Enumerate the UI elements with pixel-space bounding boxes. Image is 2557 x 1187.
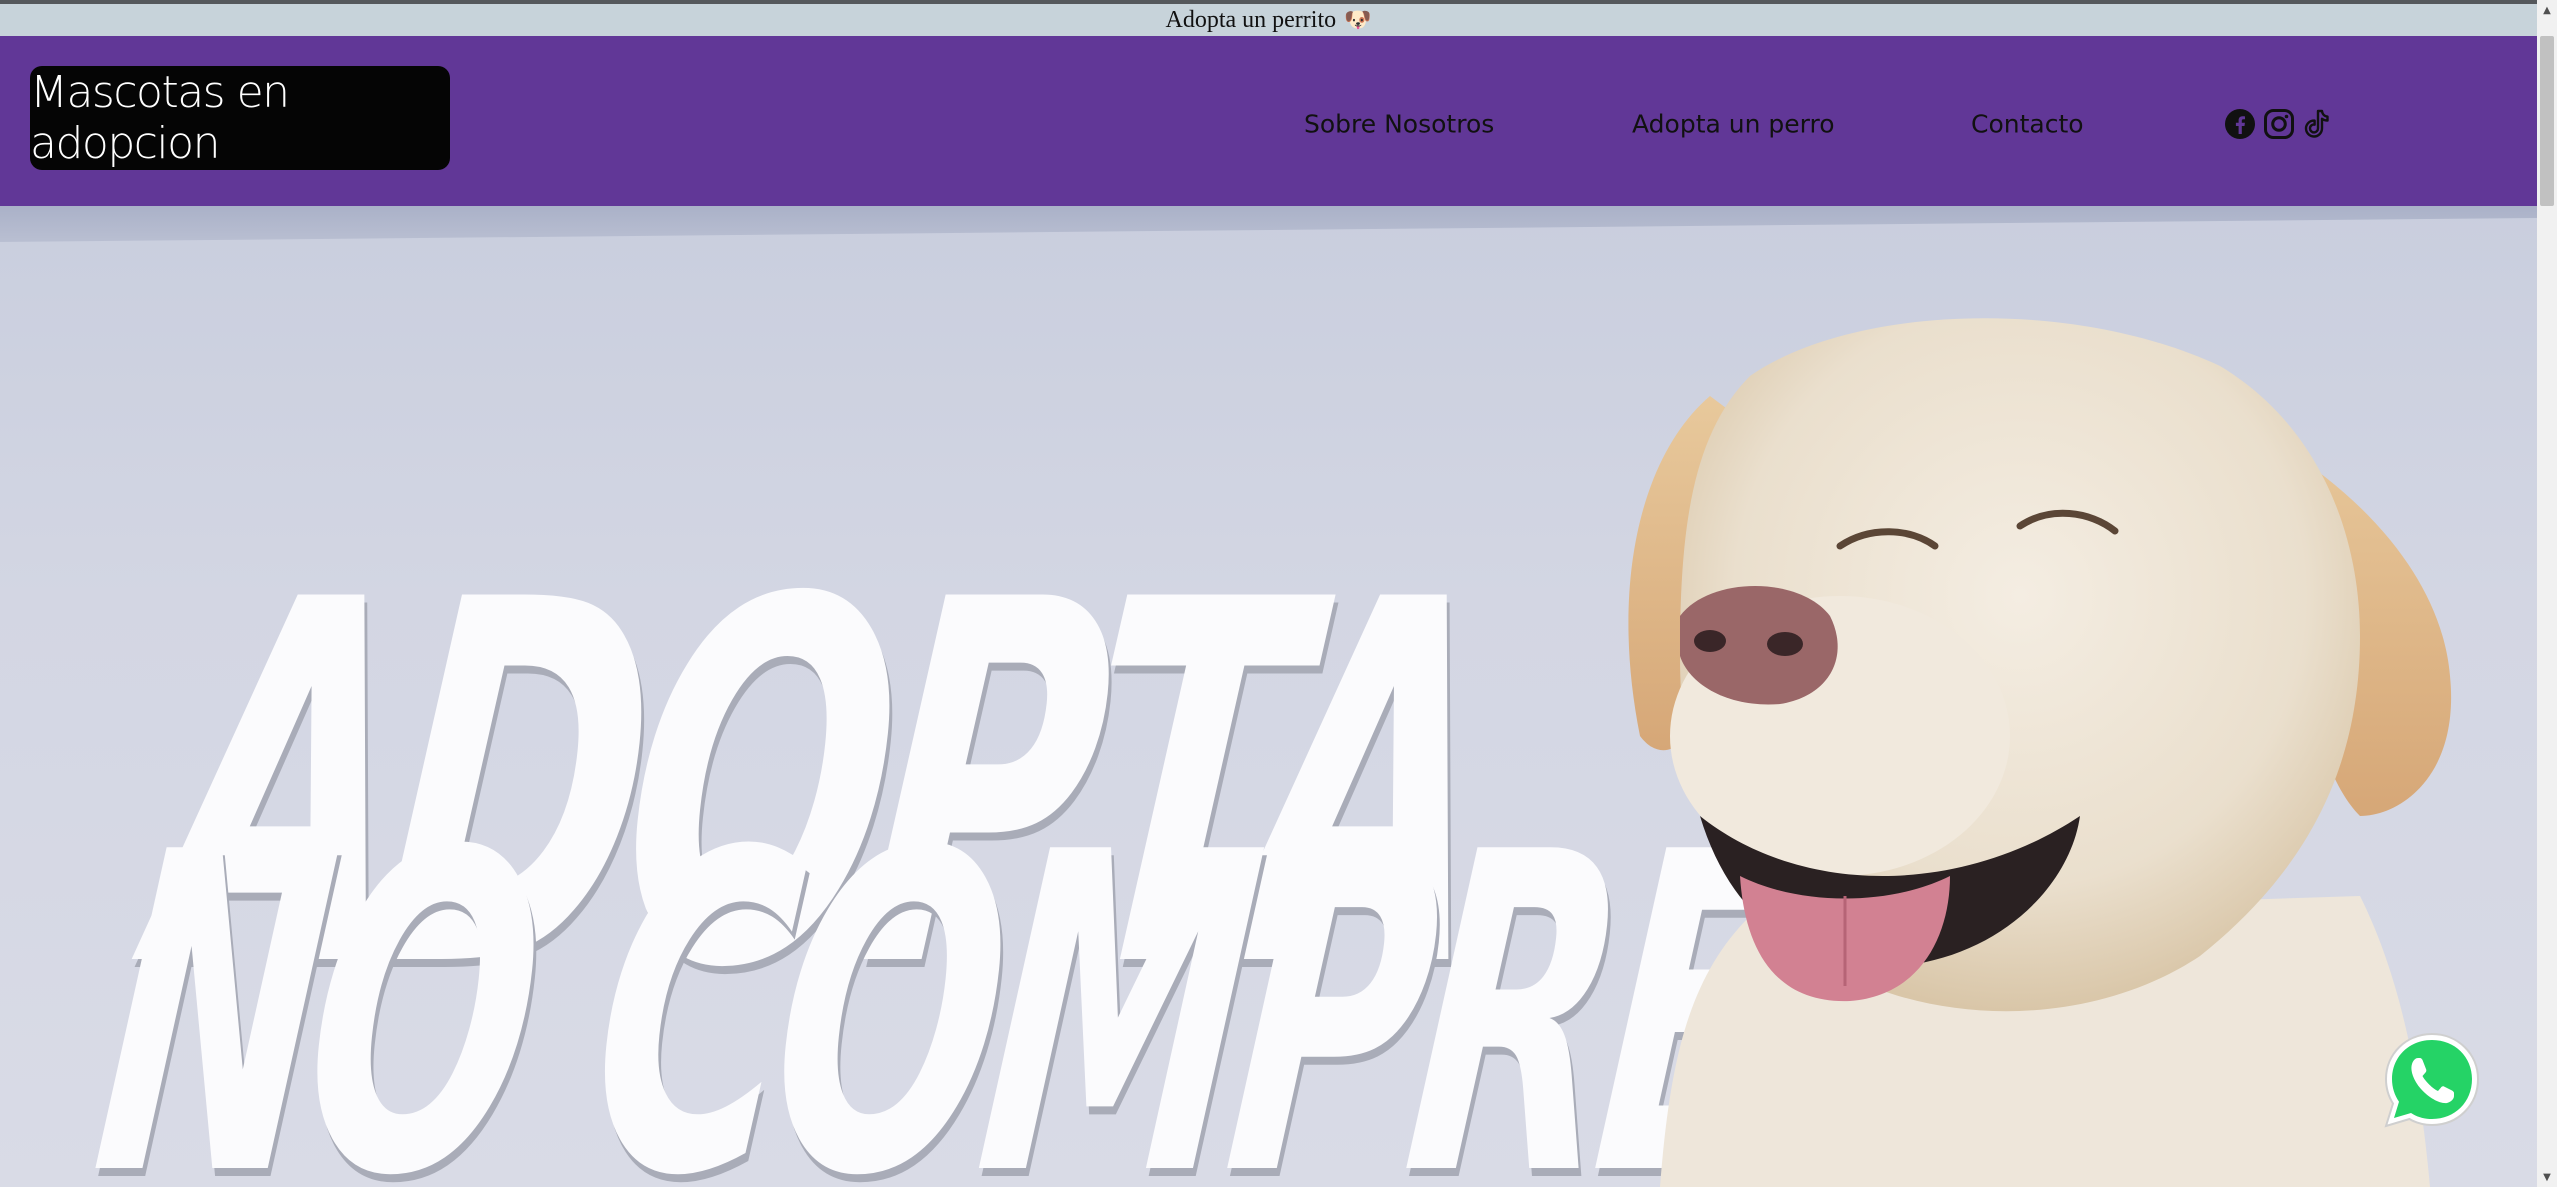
hero-banner: ADOPTA NO COMPRES [0,206,2537,1187]
page-title-bar: Adopta un perrito 🐶 [0,0,2537,36]
dog-emoji-icon: 🐶 [1344,7,1372,32]
whatsapp-icon [2384,1032,2480,1128]
instagram-icon[interactable] [2263,108,2295,140]
site-header: Mascotas en adopcion Sobre Nosotros Adop… [0,36,2537,206]
facebook-icon[interactable] [2224,108,2256,140]
tiktok-icon[interactable] [2300,108,2332,140]
nav-link-contacto[interactable]: Contacto [1971,110,2084,139]
scroll-up-icon[interactable]: ▲ [2537,0,2557,20]
scroll-thumb[interactable] [2540,36,2554,206]
dog-photo [1600,256,2480,1187]
page-title: Adopta un perrito [1165,6,1337,33]
site-logo[interactable]: Mascotas en adopcion [30,66,450,170]
whatsapp-button[interactable] [2380,1028,2484,1132]
nav-link-adopta-un-perro[interactable]: Adopta un perro [1632,110,1835,139]
scroll-down-icon[interactable]: ▼ [2537,1167,2557,1187]
page-scrollbar[interactable]: ▲ ▼ [2537,0,2557,1187]
nav-link-sobre-nosotros[interactable]: Sobre Nosotros [1304,110,1494,139]
